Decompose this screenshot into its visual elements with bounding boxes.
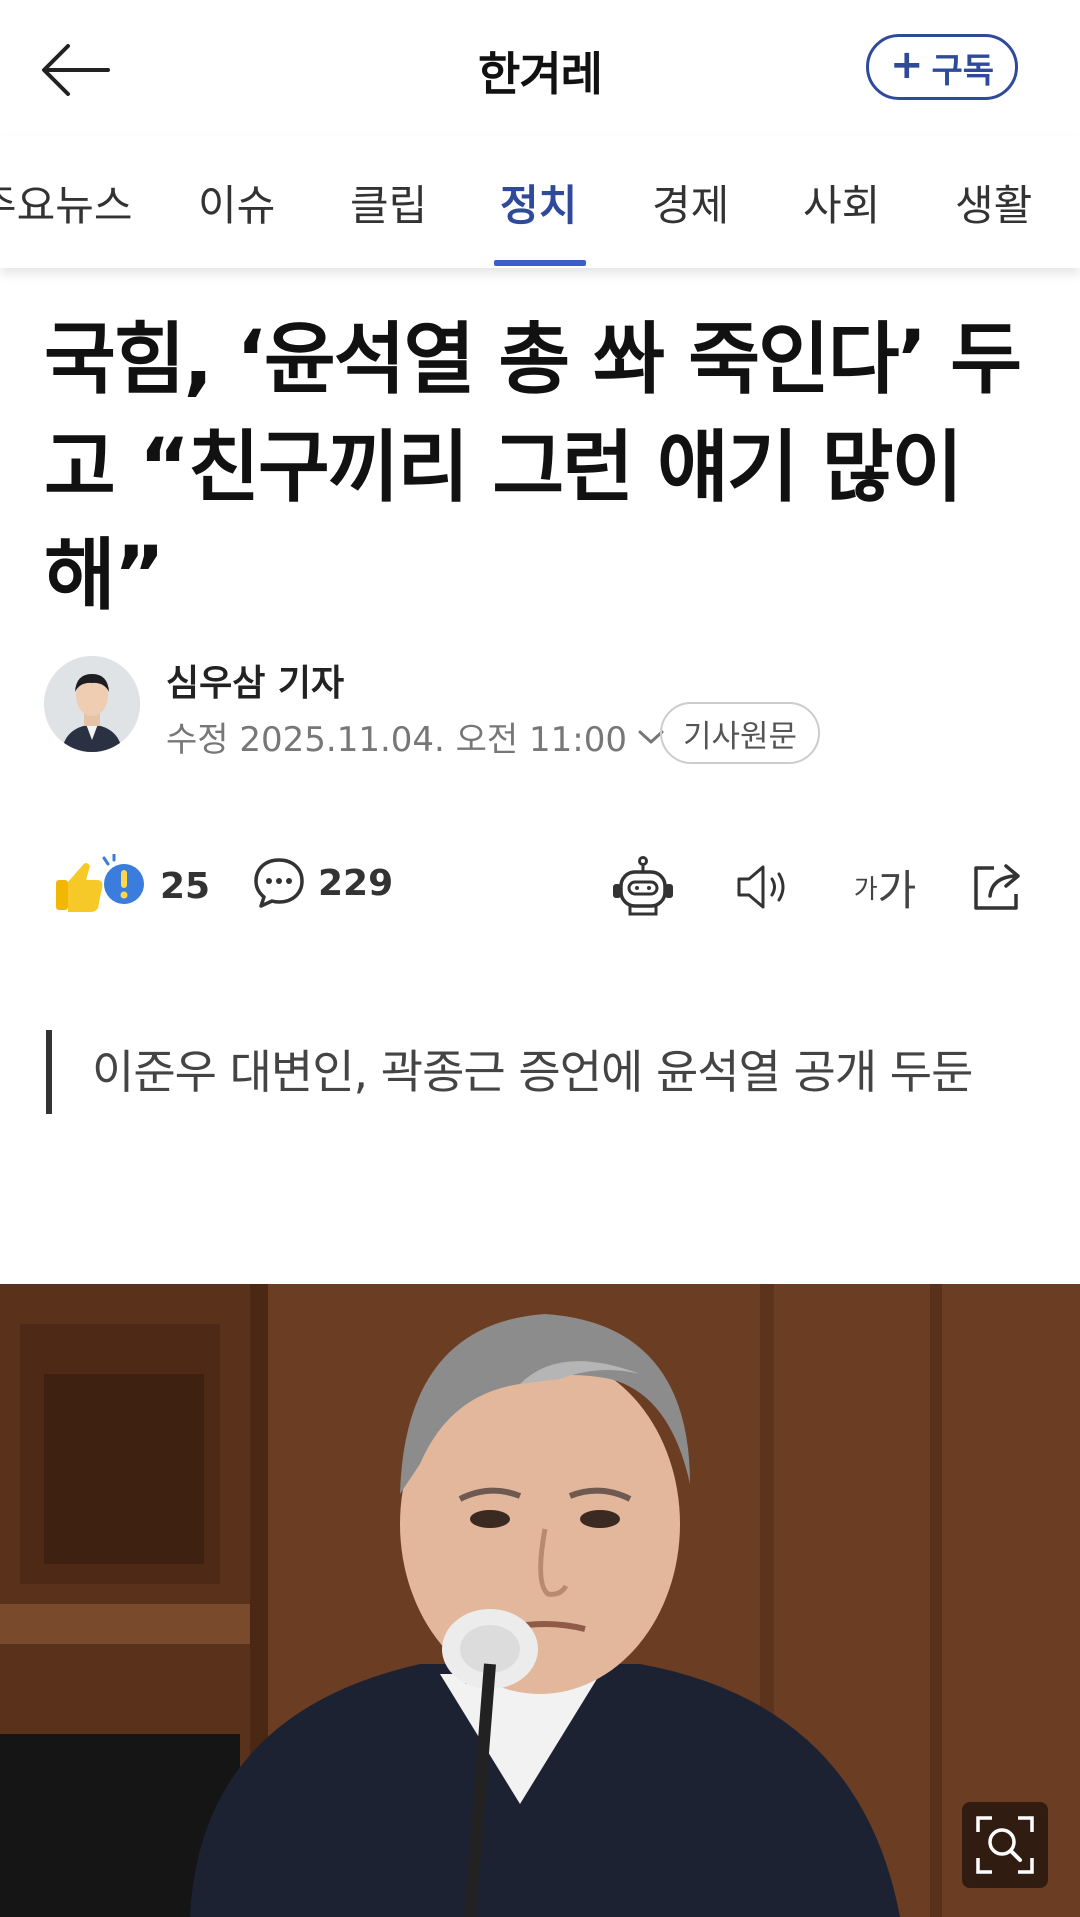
tab-life[interactable]: 생활 <box>955 172 1032 233</box>
tab-economy[interactable]: 경제 <box>652 172 729 233</box>
zoom-search-icon <box>976 1816 1034 1874</box>
reaction-count: 25 <box>160 865 211 907</box>
comment-button[interactable]: 229 <box>252 856 393 910</box>
comment-count: 229 <box>318 862 394 904</box>
zoom-button[interactable] <box>962 1802 1048 1888</box>
font-size-button[interactable]: 가가 <box>848 850 922 924</box>
updated-time: 수정 2025.11.04. 오전 11:00 <box>166 720 628 760</box>
font-size-large-glyph: 가 <box>877 865 917 915</box>
top-bar: 한겨레 + 구독 <box>0 0 1080 136</box>
tab-clip[interactable]: 클립 <box>350 172 427 233</box>
subscribe-label: 구독 <box>931 50 995 91</box>
tab-politics[interactable]: 정치 <box>500 172 577 233</box>
speaker-icon <box>737 865 785 909</box>
comment-bubble-icon <box>254 858 304 908</box>
plus-icon: + <box>889 42 924 88</box>
share-icon <box>974 864 1020 910</box>
text-to-speech-button[interactable] <box>728 850 802 924</box>
robot-icon <box>613 856 673 916</box>
reaction-button[interactable]: 25 <box>52 854 210 918</box>
article-subheading: 이준우 대변인, 곽종근 증언에 윤석열 공개 두둔 <box>46 1030 1026 1114</box>
original-article-button[interactable]: 기사원문 <box>660 702 820 764</box>
font-size-small-glyph: 가 <box>853 874 878 905</box>
tab-main-news[interactable]: 주요뉴스 <box>0 172 133 233</box>
tab-society[interactable]: 사회 <box>803 172 880 233</box>
photo-illustration <box>0 1284 1080 1917</box>
subscribe-button[interactable]: + 구독 <box>866 34 1018 100</box>
reaction-emoji-icon <box>56 854 144 912</box>
reporter-avatar[interactable] <box>44 656 140 752</box>
ai-summary-button[interactable] <box>606 850 680 924</box>
tab-issue[interactable]: 이슈 <box>198 172 275 233</box>
updated-time-row[interactable]: 수정 2025.11.04. 오전 11:00 <box>166 712 665 761</box>
reporter-name[interactable]: 심우삼 기자 <box>166 654 344 706</box>
share-button[interactable] <box>962 850 1036 924</box>
category-tabs: 주요뉴스 이슈 클립 정치 경제 사회 생활 <box>0 136 1080 268</box>
article-headline: 국힘, ‘윤석열 총 쏴 죽인다’ 두고 “친구끼리 그런 얘기 많이 해” <box>44 315 1022 621</box>
reporter-photo <box>44 656 140 752</box>
article-photo[interactable] <box>0 1284 1080 1917</box>
article-action-bar: 25 229 가가 <box>0 846 1080 930</box>
active-tab-indicator <box>494 260 586 266</box>
